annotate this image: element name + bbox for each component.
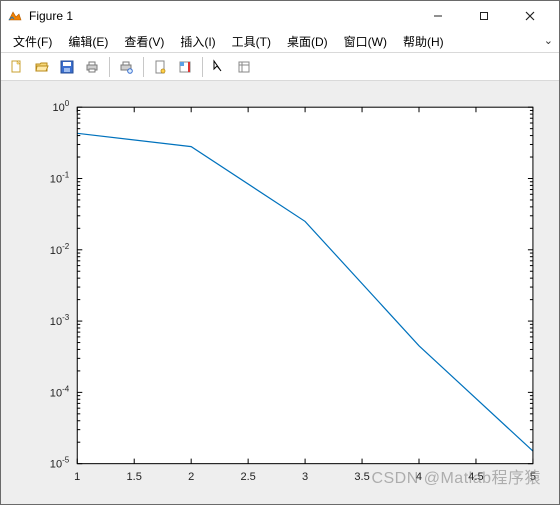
svg-text:4.5: 4.5 [468, 471, 483, 483]
menu-edit[interactable]: 编辑(E) [60, 31, 116, 52]
insert-colorbar-button[interactable] [173, 55, 197, 79]
maximize-button[interactable] [461, 1, 507, 31]
window-title: Figure 1 [29, 9, 73, 23]
plot-area: 1 1.5 2 2.5 3 3.5 4 4.5 5 10-5 10-4 10-3 10-2 10-1 100… [1, 81, 559, 504]
new-figure-icon [9, 59, 25, 75]
link-data-icon [152, 59, 168, 75]
svg-text:10-4: 10-4 [50, 384, 70, 399]
new-figure-button[interactable] [5, 55, 29, 79]
toolbar-separator [202, 57, 203, 77]
print-button[interactable] [80, 55, 104, 79]
menu-file[interactable]: 文件(F) [5, 31, 60, 52]
open-button[interactable] [30, 55, 54, 79]
menu-help[interactable]: 帮助(H) [395, 31, 452, 52]
svg-text:1: 1 [74, 471, 80, 483]
svg-text:4: 4 [416, 471, 422, 483]
svg-text:10-2: 10-2 [50, 242, 70, 257]
svg-text:2.5: 2.5 [240, 471, 255, 483]
close-button[interactable] [507, 1, 553, 31]
menu-window[interactable]: 窗口(W) [336, 31, 395, 52]
toolbar [1, 53, 559, 81]
link-data-button[interactable] [148, 55, 172, 79]
menu-view[interactable]: 查看(V) [116, 31, 172, 52]
open-icon [34, 59, 50, 75]
save-button[interactable] [55, 55, 79, 79]
toolbar-separator [109, 57, 110, 77]
matlab-figure-icon [7, 8, 23, 24]
menu-desktop[interactable]: 桌面(D) [279, 31, 336, 52]
titlebar[interactable]: Figure 1 [1, 1, 559, 31]
property-inspector-button[interactable] [232, 55, 256, 79]
svg-text:2: 2 [188, 471, 194, 483]
svg-text:100: 100 [52, 99, 69, 114]
toolbar-separator [143, 57, 144, 77]
open-property-inspector-icon [236, 59, 252, 75]
menu-insert[interactable]: 插入(I) [172, 31, 223, 52]
print-preview-icon [118, 59, 134, 75]
svg-text:3.5: 3.5 [354, 471, 369, 483]
svg-text:10-3: 10-3 [50, 313, 70, 328]
edit-plot-button[interactable] [207, 55, 231, 79]
print-preview-button[interactable] [114, 55, 138, 79]
svg-text:10-1: 10-1 [50, 170, 70, 185]
svg-text:5: 5 [530, 471, 536, 483]
print-icon [84, 59, 100, 75]
svg-text:10-5: 10-5 [50, 456, 70, 471]
menubar: 文件(F) 编辑(E) 查看(V) 插入(I) 工具(T) 桌面(D) 窗口(W… [1, 31, 559, 53]
minimize-button[interactable] [415, 1, 461, 31]
figure-window: Figure 1 文件(F) 编辑(E) 查看(V) 插入(I) 工具(T) 桌… [0, 0, 560, 505]
menu-tools[interactable]: 工具(T) [224, 31, 279, 52]
svg-text:3: 3 [302, 471, 308, 483]
colorbar-icon [177, 59, 193, 75]
save-icon [59, 59, 75, 75]
axes[interactable]: 1 1.5 2 2.5 3 3.5 4 4.5 5 10-5 10-4 10-3 10-2 10-1 100 [7, 87, 553, 498]
edit-plot-icon [211, 59, 227, 75]
menubar-overflow-icon[interactable]: ⌄ [544, 34, 553, 47]
svg-text:1.5: 1.5 [127, 471, 142, 483]
